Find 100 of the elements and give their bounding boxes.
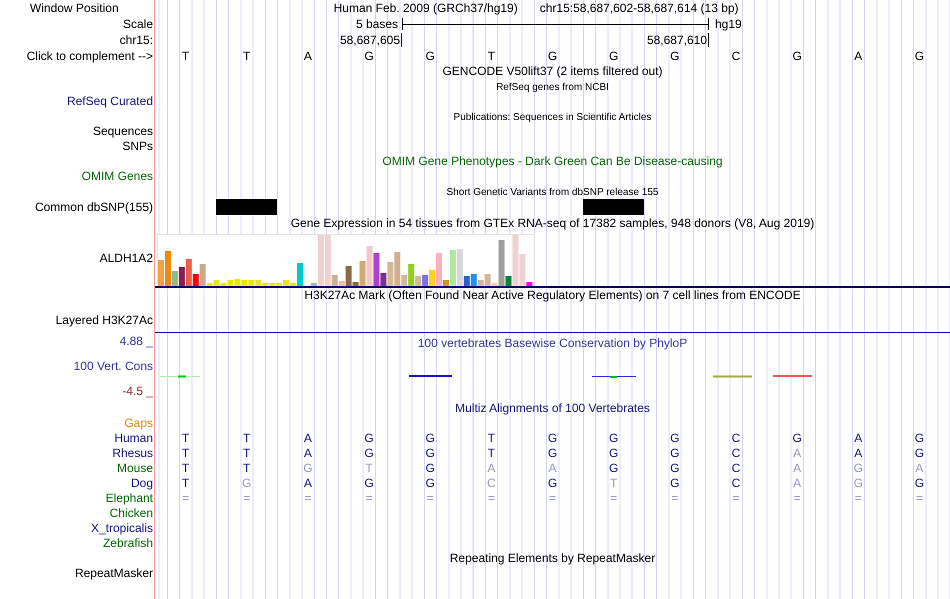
base-letter: C	[730, 431, 742, 446]
track-title: RefSeq genes from NCBI	[496, 82, 609, 93]
base-letter: C	[730, 461, 742, 476]
variant-bar[interactable]	[583, 199, 644, 215]
base-letter[interactable]: T	[460, 48, 522, 64]
base-letter[interactable]: G	[338, 48, 400, 64]
base-letter: G	[546, 431, 558, 446]
track-title: H3K27Ac Mark (Often Found Near Active Regulatory Elements) on 7 cell lines from ENCODE	[304, 288, 801, 302]
base-letter[interactable]: G	[888, 48, 950, 64]
base-letter: =	[181, 491, 190, 506]
base-letter[interactable]: T	[155, 48, 216, 64]
base-letter[interactable]: C	[705, 48, 767, 64]
complement-link[interactable]: Click to complement -->	[26, 49, 153, 63]
base-letter: T	[242, 446, 252, 461]
base-letter: G	[914, 446, 926, 461]
base-letter: =	[914, 491, 924, 506]
track-label[interactable]: Zebrafish	[102, 536, 153, 550]
base-letter: T	[364, 461, 374, 476]
base-letter: G	[363, 431, 375, 446]
assembly-label: Human Feb. 2009 (GRCh37/hg19)	[334, 0, 518, 16]
coordinate-label: 58,687,610	[646, 33, 709, 47]
base-letter: A	[853, 431, 864, 446]
base-letter: G	[608, 431, 620, 446]
base-letter: A	[302, 446, 313, 461]
track-title: Publications: Sequences in Scientific Articles	[454, 112, 652, 123]
base-letter: G	[669, 446, 680, 461]
species-label[interactable]: Mouse	[116, 461, 153, 475]
assembly-label: hg19	[715, 16, 742, 32]
base-letter: G	[363, 446, 375, 461]
species-label[interactable]: Rhesus	[112, 446, 153, 460]
track-label[interactable]: Common dbSNP(155)	[34, 200, 153, 214]
base-letter: G	[791, 431, 803, 446]
track-label: chr15:	[120, 33, 153, 47]
species-label[interactable]: Dog	[130, 476, 153, 490]
base-letter: =	[854, 491, 863, 506]
base-letter[interactable]: G	[522, 48, 584, 64]
base-letter: =	[670, 491, 680, 506]
base-letter: A	[914, 461, 924, 476]
species-label[interactable]: Human	[114, 431, 153, 445]
axis-min-label: -4.5 _	[122, 384, 153, 398]
base-letter: =	[486, 491, 496, 506]
track-label[interactable]: OMIM Genes	[82, 169, 153, 183]
base-letter: =	[792, 491, 802, 506]
base-letter: T	[486, 431, 496, 446]
track-label[interactable]: SNPs	[122, 139, 153, 153]
species-label[interactable]: Elephant	[106, 491, 153, 505]
base-letter: T	[242, 461, 252, 476]
base-letter: G	[669, 461, 680, 476]
base-letter: T	[180, 461, 190, 476]
base-letter[interactable]: A	[828, 48, 889, 64]
track-label[interactable]: X_tropicalis	[90, 521, 153, 535]
base-letter: C	[730, 446, 742, 461]
base-letter: G	[669, 476, 680, 491]
base-letter: G	[608, 461, 620, 476]
base-letter: T	[180, 446, 190, 461]
track-label[interactable]: Layered H3K27Ac	[56, 313, 153, 327]
axis-max-label: 4.88 _	[120, 334, 153, 348]
base-letter: G	[424, 476, 436, 491]
base-letter[interactable]: A	[277, 48, 338, 64]
base-letter: =	[242, 491, 252, 506]
variant-bar[interactable]	[216, 199, 278, 215]
base-letter: G	[546, 476, 558, 491]
base-letter: =	[364, 491, 374, 506]
base-letter: T	[180, 476, 190, 491]
track-title: Repeating Elements by RepeatMasker	[450, 551, 656, 565]
base-letter: G	[852, 476, 864, 491]
base-letter: G	[852, 461, 864, 476]
track-label[interactable]: Chicken	[110, 506, 153, 520]
track-label[interactable]: RefSeq Curated	[66, 94, 153, 108]
track-label[interactable]: ALDH1A2	[100, 251, 153, 265]
base-letter: A	[853, 446, 864, 461]
track-title: Multiz Alignments of 100 Vertebrates	[455, 401, 650, 415]
base-letter[interactable]: G	[644, 48, 706, 64]
base-letter: =	[548, 491, 557, 506]
base-letter: G	[608, 446, 620, 461]
track-title: OMIM Gene Phenotypes - Dark Green Can Be Disease-causing	[382, 154, 723, 168]
position-label: chr15:58,687,602-58,687,614 (13 bp)	[540, 0, 739, 16]
base-letter[interactable]: G	[583, 48, 644, 64]
base-letter: G	[424, 446, 436, 461]
track-label[interactable]: 100 Vert. Cons	[74, 359, 153, 373]
track-label[interactable]: RepeatMasker	[74, 566, 153, 580]
track-label[interactable]: Sequences	[92, 124, 153, 138]
base-letter: =	[303, 491, 312, 506]
base-letter: G	[914, 431, 926, 446]
base-letter[interactable]: G	[766, 48, 828, 64]
base-letter[interactable]: T	[216, 48, 278, 64]
track-title: Short Genetic Variants from dbSNP release 155	[446, 187, 658, 198]
base-letter[interactable]: G	[400, 48, 461, 64]
base-letter: T	[242, 431, 252, 446]
base-letter: A	[486, 461, 496, 476]
coordinate-label: 58,687,605	[340, 33, 402, 47]
base-letter: G	[424, 461, 436, 476]
base-letter: A	[792, 476, 802, 491]
track-title: Gene Expression in 54 tissues from GTEx RNA-seq of 17382 samples, 948 donors (V8, Aug 2019)	[290, 216, 814, 230]
base-letter: A	[302, 431, 313, 446]
base-letter: A	[792, 461, 802, 476]
base-letter: T	[486, 446, 496, 461]
base-letter: G	[424, 431, 436, 446]
base-letter: A	[547, 461, 558, 476]
expression-bars-drawing[interactable]	[157, 234, 535, 286]
